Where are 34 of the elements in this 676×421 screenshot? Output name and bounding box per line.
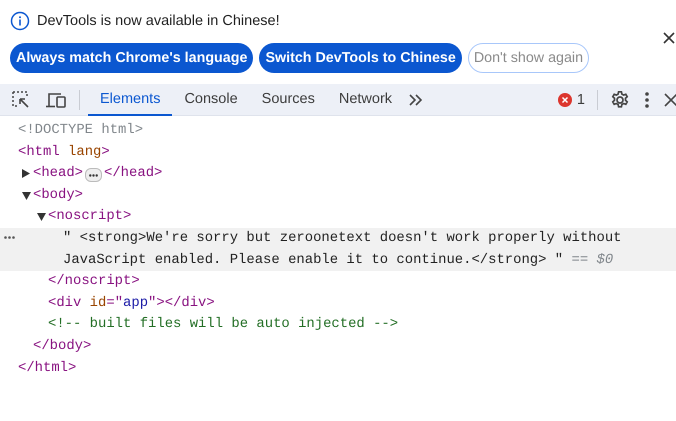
code-line: <!DOCTYPE html>	[18, 121, 144, 140]
code-line: </noscript>	[48, 272, 140, 292]
code-line: <html lang>	[18, 142, 110, 162]
selected-row[interactable]: " <strong>We're sorry but zeroonetext doesn't work properly without JavaScript enabled. Please enable it to continue.</strong> " == $0	[0, 228, 676, 272]
more-tabs-icon[interactable]	[408, 92, 424, 106]
panel-tab[interactable]: Console	[172, 84, 250, 116]
panel-tab[interactable]: Sources	[250, 84, 327, 116]
collapse-triangle-icon[interactable]	[37, 213, 46, 222]
code-line: <div id="app"></div>	[48, 294, 215, 313]
code-line: <head>	[33, 164, 84, 184]
settings-icon[interactable]	[610, 90, 630, 110]
more-icon[interactable]	[4, 236, 15, 239]
menu-icon[interactable]	[644, 90, 650, 108]
info-icon	[10, 11, 30, 31]
code-line: <noscript>	[48, 207, 132, 226]
collapse-triangle-icon[interactable]	[22, 192, 31, 200]
inspect-icon[interactable]	[11, 90, 31, 110]
close-icon[interactable]	[662, 31, 676, 45]
code-line: <!-- built files will be auto injected -->	[48, 315, 398, 334]
panel-tab[interactable]: Network	[326, 84, 404, 116]
code-line: <body>	[33, 186, 84, 205]
error-icon[interactable]	[558, 92, 572, 106]
code-line: </head>	[104, 164, 162, 184]
info-message: DevTools is now available in Chinese!	[37, 13, 280, 29]
error-count: 1	[576, 92, 585, 108]
expand-triangle-icon[interactable]	[22, 169, 30, 178]
close-icon[interactable]	[664, 92, 676, 106]
action-button[interactable]: Always match Chrome's language	[10, 43, 254, 73]
code-line: </body>	[33, 336, 92, 356]
panel-tab[interactable]: Elements	[88, 84, 172, 116]
code-line: " <strong>We're sorry but zeroonetext doesn't work properly without JavaScript enabled. Please enable it to continue.</strong> " == $0	[63, 228, 622, 270]
code-line: </html>	[18, 358, 76, 378]
collapsed-ellipsis-badge[interactable]	[85, 168, 102, 182]
action-button[interactable]: Switch DevTools to Chinese	[259, 43, 462, 73]
